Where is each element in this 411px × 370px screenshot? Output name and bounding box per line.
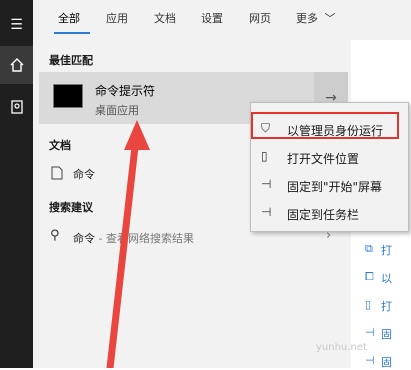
watermark: yunhu.net <box>316 342 367 353</box>
menu-item-open-location-label: 打开文件位置 <box>287 152 360 166</box>
folder-location-icon: ▯ <box>261 149 268 163</box>
menu-item-pin-start-label: 固定到"开始"屏幕 <box>287 180 383 194</box>
search-icon: ⚲ <box>50 228 60 243</box>
menu-item-pin-taskbar-label: 固定到任务栏 <box>287 208 360 222</box>
menu-item-open-location[interactable]: ▯ 打开文件位置 <box>251 143 408 171</box>
tab-more-label: 更多 <box>296 12 318 25</box>
document-icon <box>51 166 63 180</box>
preview-action-2[interactable]: 以 <box>381 270 392 286</box>
section-documents: 文档 <box>49 139 71 152</box>
home-button[interactable] <box>0 46 33 84</box>
pin-icon: ⊣ <box>261 177 272 191</box>
admin-icon: ⧠ <box>365 270 374 283</box>
command-prompt-icon <box>53 84 83 108</box>
tab-apps[interactable]: 应用 <box>106 10 128 26</box>
pin-icon: ⊣ <box>365 326 375 339</box>
document-result-label: 命令 <box>73 168 95 181</box>
document-camera-icon <box>10 100 23 114</box>
hamburger-icon: ☰ <box>10 17 23 33</box>
documents-button[interactable] <box>0 88 33 126</box>
best-match-subtitle: 桌面应用 <box>95 104 139 117</box>
left-rail: ☰ <box>0 0 33 368</box>
tab-bar: 全部 应用 文档 设置 网页 更多 ﹀ <box>33 0 411 40</box>
tab-settings[interactable]: 设置 <box>201 10 223 26</box>
pin-icon: ⊣ <box>261 205 272 219</box>
search-suggestion-query: 命令 <box>73 232 95 245</box>
home-icon <box>10 58 23 72</box>
highlight-annotation <box>251 112 399 139</box>
preview-action-4[interactable]: 固 <box>381 326 392 342</box>
folder-icon: ▯ <box>365 298 372 311</box>
search-suggestion-hint: - 查看网络搜索结果 <box>95 232 194 245</box>
pin-taskbar-icon: ⊣ <box>365 354 375 367</box>
preview-action-1[interactable]: 打 <box>381 242 392 258</box>
tab-web[interactable]: 网页 <box>249 10 271 26</box>
menu-item-pin-taskbar[interactable]: ⊣ 固定到任务栏 <box>251 199 408 227</box>
search-suggestion-text: 命令 - 查看网络搜索结果 <box>73 230 194 246</box>
best-match-title: 命令提示符 <box>95 84 156 98</box>
active-tab-indicator <box>54 32 90 34</box>
preview-action-3[interactable]: 打 <box>381 298 392 314</box>
tab-all[interactable]: 全部 <box>58 10 80 26</box>
menu-item-pin-start[interactable]: ⊣ 固定到"开始"屏幕 <box>251 171 408 199</box>
tab-documents[interactable]: 文档 <box>154 10 176 26</box>
hamburger-menu-button[interactable]: ☰ <box>0 6 33 44</box>
tab-more[interactable]: 更多 ﹀ <box>296 10 336 26</box>
chevron-down-icon: ﹀ <box>324 12 336 25</box>
section-best-match: 最佳匹配 <box>49 54 93 67</box>
section-search-suggestions: 搜索建议 <box>49 201 93 214</box>
open-icon: ⧉ <box>365 242 373 255</box>
